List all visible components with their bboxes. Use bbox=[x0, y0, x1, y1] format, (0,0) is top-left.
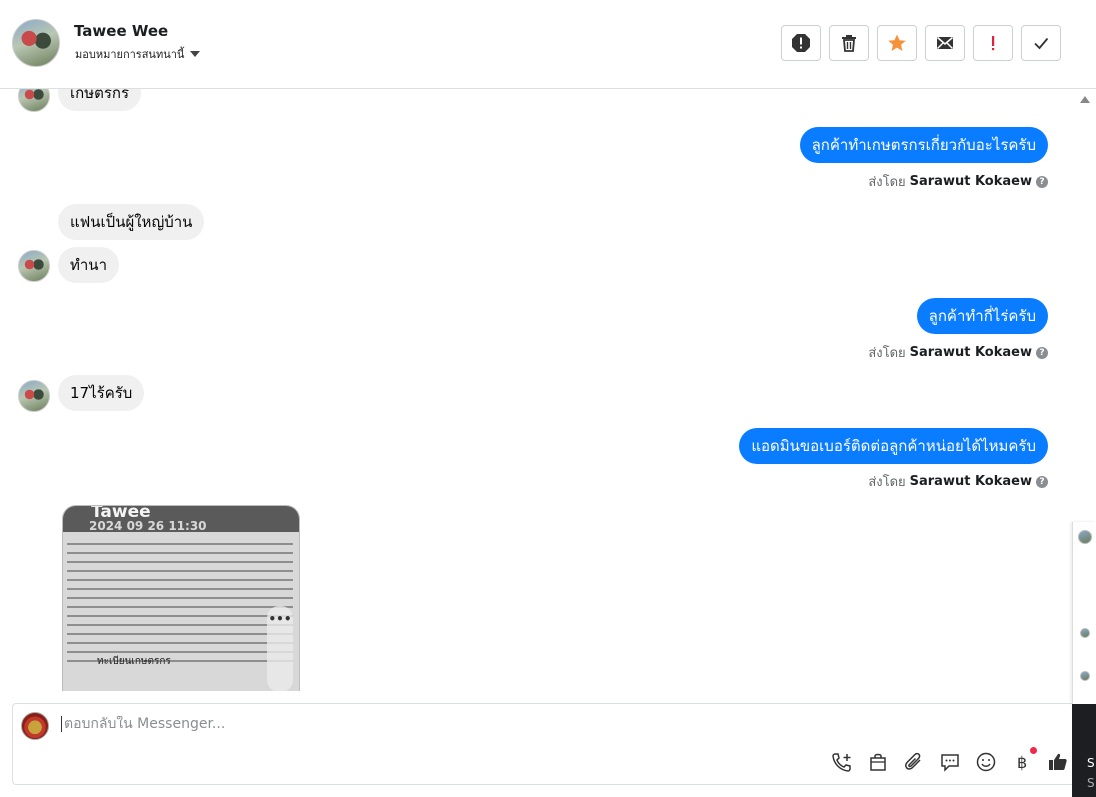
payment-button[interactable]: ฿ bbox=[1011, 747, 1037, 773]
trash-icon bbox=[842, 35, 856, 52]
reply-input[interactable] bbox=[61, 716, 661, 732]
incoming-message: เกษตรกร bbox=[58, 89, 142, 111]
outgoing-message: ลูกค้าทำกี่ไร่ครับ bbox=[916, 298, 1048, 334]
outgoing-message: ลูกค้าทำเกษตรกรเกี่ยวกับอะไรครับ bbox=[799, 127, 1048, 163]
mark-important-button[interactable] bbox=[973, 25, 1013, 61]
help-icon[interactable]: ? bbox=[1036, 175, 1048, 188]
baht-icon: ฿ bbox=[1017, 753, 1027, 772]
spam-icon bbox=[792, 34, 810, 52]
paperclip-icon bbox=[905, 752, 921, 770]
attach-button[interactable] bbox=[903, 751, 925, 773]
mark-spam-button[interactable] bbox=[781, 25, 821, 61]
document-title: ทะเบียนเกษตรกร bbox=[97, 656, 171, 667]
star-icon bbox=[888, 34, 906, 51]
sender-avatar bbox=[18, 380, 50, 412]
help-icon[interactable]: ? bbox=[1036, 346, 1048, 359]
popup-glyph: S bbox=[1087, 756, 1095, 770]
help-icon[interactable]: ? bbox=[1036, 475, 1048, 488]
important-icon bbox=[992, 36, 995, 51]
sender-avatar bbox=[18, 250, 50, 282]
contact-avatar[interactable] bbox=[12, 19, 60, 67]
side-chat-panel[interactable] bbox=[1072, 522, 1096, 704]
sent-by-prefix: ส่งโดย bbox=[868, 475, 906, 490]
phone-plus-icon bbox=[832, 753, 851, 772]
document-text-lines bbox=[67, 536, 293, 669]
more-options-icon[interactable]: ••• bbox=[267, 606, 293, 691]
mark-unread-button[interactable] bbox=[925, 25, 965, 61]
mail-icon bbox=[936, 36, 954, 49]
sent-by-name: Sarawut Kokaew bbox=[909, 345, 1032, 360]
call-button[interactable] bbox=[831, 751, 853, 773]
page-avatar bbox=[21, 712, 49, 740]
side-avatar[interactable] bbox=[1078, 530, 1092, 544]
sent-by-prefix: ส่งโดย bbox=[868, 346, 906, 361]
shop-button[interactable] bbox=[867, 751, 889, 773]
caret-down-icon bbox=[190, 51, 201, 57]
star-button[interactable] bbox=[877, 25, 917, 61]
dark-popup-edge: S S bbox=[1072, 704, 1096, 797]
conversation-toolbar bbox=[781, 25, 1061, 61]
emoji-button[interactable] bbox=[975, 751, 997, 773]
composer-tools: ฿ bbox=[831, 747, 1069, 773]
conversation-header: Tawee Wee มอบหมายการสนทนานี้ bbox=[0, 0, 1096, 89]
sent-by-name: Sarawut Kokaew bbox=[909, 174, 1032, 189]
contact-name[interactable]: Tawee Wee bbox=[74, 22, 168, 40]
mark-done-button[interactable] bbox=[1021, 25, 1061, 61]
shopping-bag-icon bbox=[870, 753, 886, 771]
side-avatar[interactable] bbox=[1080, 671, 1090, 681]
like-button[interactable] bbox=[1047, 751, 1069, 773]
image-attachment[interactable]: Tawee 2024 09 26 11:30 ทะเบียนเกษตรกร ••… bbox=[62, 505, 300, 691]
side-avatar[interactable] bbox=[1080, 628, 1090, 638]
sent-by-label: ส่งโดย Sarawut Kokaew ? bbox=[868, 171, 1048, 192]
notification-dot bbox=[1030, 747, 1037, 754]
reply-composer: ฿ bbox=[12, 703, 1082, 785]
saved-replies-button[interactable] bbox=[939, 751, 961, 773]
incoming-message: 17ไร้ครับ bbox=[58, 375, 145, 411]
incoming-message: แฟนเป็นผู้ใหญ่บ้าน bbox=[58, 204, 205, 240]
assign-label: มอบหมายการสนทนานี้ bbox=[75, 48, 185, 61]
scroll-up-arrow[interactable] bbox=[1080, 96, 1090, 103]
sent-by-name: Sarawut Kokaew bbox=[909, 474, 1032, 489]
incoming-message: ทำนา bbox=[58, 247, 119, 283]
sender-avatar bbox=[18, 89, 50, 112]
sent-by-label: ส่งโดย Sarawut Kokaew ? bbox=[868, 471, 1048, 492]
outgoing-message: แอดมินขอเบอร์ติดต่อลูกค้าหน่อยได้ไหมครับ bbox=[739, 428, 1048, 464]
assign-conversation-dropdown[interactable]: มอบหมายการสนทนานี้ bbox=[75, 45, 201, 63]
sent-by-prefix: ส่งโดย bbox=[868, 175, 906, 190]
thumbs-up-icon bbox=[1049, 753, 1067, 770]
check-icon bbox=[1034, 37, 1049, 50]
delete-button[interactable] bbox=[829, 25, 869, 61]
sent-by-label: ส่งโดย Sarawut Kokaew ? bbox=[868, 342, 1048, 363]
popup-glyph: S bbox=[1087, 776, 1095, 790]
image-overlay-time: 2024 09 26 11:30 bbox=[89, 519, 207, 533]
message-thread[interactable]: เกษตรกร ลูกค้าทำเกษตรกรเกี่ยวกับอะไรครับ… bbox=[0, 89, 1070, 691]
chat-bubble-icon bbox=[941, 754, 959, 772]
svg-text:฿: ฿ bbox=[1017, 753, 1027, 772]
emoji-icon bbox=[976, 752, 996, 772]
